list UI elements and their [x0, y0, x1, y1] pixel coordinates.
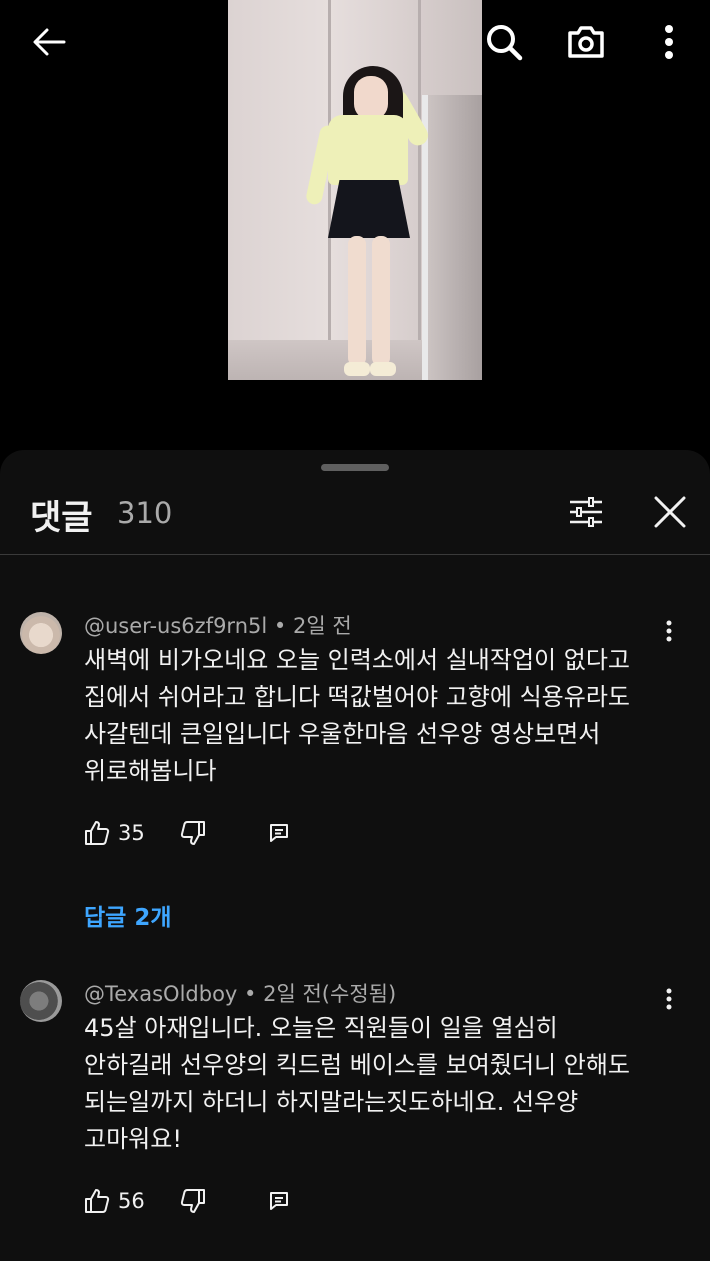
camera-icon [568, 26, 604, 58]
comment-time: 2일 전 [292, 614, 352, 638]
comment-line: 사갈텐데 큰일입니다 우울한마음 선우양 영상보면서 [84, 720, 601, 748]
filter-icon [570, 497, 602, 527]
search-button[interactable] [476, 14, 532, 70]
back-button[interactable] [21, 14, 77, 70]
comments-count: 310 [117, 496, 173, 530]
avatar[interactable] [20, 612, 62, 654]
dislike-button[interactable] [180, 818, 206, 848]
like-button[interactable]: 56 [84, 1186, 145, 1216]
camera-button[interactable] [558, 14, 614, 70]
view-replies-link[interactable]: 답글 2개 [84, 898, 172, 932]
comment-text: 새벽에 비가오네요 오늘 인력소에서 실내작업이 없다고 집에서 쉬어라고 합니… [84, 642, 674, 790]
reply-icon [270, 824, 288, 842]
back-arrow-icon [33, 28, 66, 56]
reply-button[interactable] [268, 1186, 290, 1216]
comment-meta: @user-us6zf9rn5l • 2일 전 [84, 610, 352, 640]
sort-filter-button[interactable] [560, 484, 612, 540]
comment-line: 새벽에 비가오네요 오늘 인력소에서 실내작업이 없다고 [84, 646, 630, 674]
more-options-button[interactable] [641, 14, 697, 70]
video-subject [298, 60, 448, 380]
avatar[interactable] [20, 980, 62, 1022]
dislike-button[interactable] [180, 1186, 206, 1216]
thumbs-up-icon [85, 1189, 110, 1213]
like-count: 56 [118, 1189, 145, 1213]
comment-actions: 35 [84, 818, 324, 848]
comment-line: 되는일까지 하더니 하지말라는짓도하네요. 선우양 [84, 1088, 579, 1116]
comment-line: 고마워요! [84, 1125, 182, 1153]
more-vert-icon [666, 988, 672, 1010]
meta-separator: • [244, 982, 257, 1006]
sheet-drag-handle[interactable] [321, 464, 389, 471]
comment-time: 2일 전(수정됨) [263, 982, 397, 1006]
thumbs-up-icon [85, 821, 110, 845]
like-button[interactable]: 35 [84, 818, 145, 848]
meta-separator: • [273, 614, 287, 638]
thumbs-down-icon [180, 1189, 205, 1213]
comment-line: 집에서 쉬어라고 합니다 떡값벌어야 고향에 식용유라도 [84, 683, 630, 711]
more-vert-icon [665, 25, 673, 59]
comment-line: 45살 아재입니다. 오늘은 직원들이 일을 열심히 [84, 1014, 558, 1042]
comment-author[interactable]: @TexasOldboy [84, 982, 237, 1006]
search-icon [487, 25, 523, 61]
comment-author[interactable]: @user-us6zf9rn5l [84, 614, 267, 638]
comments-header: 댓글 310 [0, 480, 710, 552]
comment-meta: @TexasOldboy • 2일 전(수정됨) [84, 978, 396, 1008]
thumbs-down-icon [180, 821, 205, 845]
close-icon [654, 496, 686, 528]
comment-line: 위로해봅니다 [84, 757, 217, 785]
close-comments-button[interactable] [644, 484, 696, 540]
video-player[interactable] [228, 0, 482, 380]
comments-sheet: 댓글 310 @user-us6zf9rn5l • 2일 전 새벽에 비가오네요… [0, 450, 710, 1261]
comment-line: 안하길래 선우양의 킥드럼 베이스를 보여줬더니 안해도 [84, 1051, 630, 1079]
comment-actions: 56 [84, 1186, 324, 1216]
more-vert-icon [666, 620, 672, 642]
reply-button[interactable] [268, 818, 290, 848]
video-area [0, 0, 710, 450]
like-count: 35 [118, 821, 145, 845]
header-divider [0, 554, 710, 555]
comments-title: 댓글 [30, 498, 93, 538]
comment-text: 45살 아재입니다. 오늘은 직원들이 일을 열심히 안하길래 선우양의 킥드럼… [84, 1010, 674, 1158]
reply-icon [270, 1192, 288, 1210]
